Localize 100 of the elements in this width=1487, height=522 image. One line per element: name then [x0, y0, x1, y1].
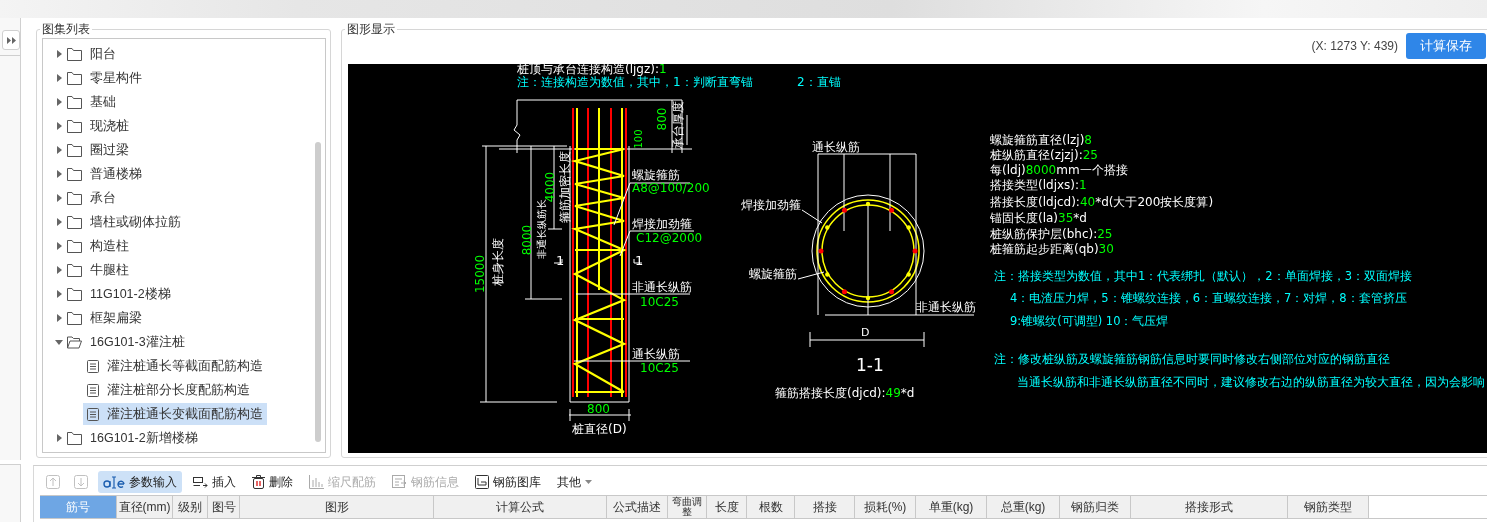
- document-icon: [87, 383, 99, 397]
- parameter-line: 桩纵筋直径(zjzj):25: [990, 148, 1098, 162]
- caret-icon[interactable]: [55, 146, 63, 154]
- note-text: 注：搭接类型为数值，其中1：代表绑扎（默认），2：单面焊接，3：双面焊接: [994, 269, 1412, 283]
- column-header[interactable]: 根数: [747, 496, 795, 518]
- tree-item[interactable]: 构造柱: [63, 235, 133, 257]
- annotation-label: 螺旋箍筋: [749, 267, 797, 281]
- document-icon: [87, 359, 99, 373]
- annotation-label: 螺旋箍筋: [632, 168, 680, 182]
- dimension-value: 10C25: [640, 361, 679, 375]
- annotation-label: 1: [556, 253, 565, 268]
- note-text: 2：直锚: [797, 75, 841, 89]
- trash-icon: [252, 475, 265, 489]
- tree-item[interactable]: 16G101-3灌注桩: [63, 331, 189, 353]
- parameter-line: 箍筋搭接长度(djcd):49*d: [775, 386, 915, 400]
- annotation-label: 通长纵筋: [812, 140, 860, 154]
- save-button[interactable]: 计算保存: [1406, 32, 1486, 59]
- toolbar-button[interactable]: 插入: [188, 471, 241, 493]
- column-header[interactable]: 钢筋类型: [1288, 496, 1369, 518]
- column-header[interactable]: 公式描述: [607, 496, 668, 518]
- double-arrow-icon: [6, 36, 16, 44]
- tree-item[interactable]: 框架扁梁: [63, 307, 146, 329]
- caret-icon[interactable]: [55, 122, 63, 130]
- folder-icon: [67, 143, 82, 157]
- caret-icon[interactable]: [55, 50, 63, 58]
- column-header[interactable]: 搭接: [795, 496, 855, 518]
- column-header[interactable]: 钢筋归类: [1060, 496, 1131, 518]
- folder-icon: [67, 239, 82, 253]
- tree-item[interactable]: 牛腿柱: [63, 259, 133, 281]
- scrollbar[interactable]: [315, 142, 321, 442]
- coordinates-text: (X: 1273 Y: 439): [1311, 38, 1398, 53]
- note-text: 注：连接构造为数值，其中，1：判断直弯锚: [517, 75, 753, 89]
- caret-icon[interactable]: [55, 194, 63, 202]
- parameter-line: 螺旋箍筋直径(lzj)8: [990, 133, 1092, 147]
- tree-item[interactable]: 承台: [63, 187, 120, 209]
- text-cursor-icon: [103, 475, 125, 489]
- caret-icon[interactable]: [55, 242, 63, 250]
- annotation-label: 非通长纵筋: [916, 300, 976, 314]
- dimension-value: 800: [587, 402, 610, 416]
- toolbar-button[interactable]: 钢筋图库: [470, 471, 546, 493]
- column-header[interactable]: 图号: [208, 496, 240, 518]
- caret-icon[interactable]: [55, 290, 63, 298]
- insert-icon: [193, 475, 208, 489]
- up-arrow-icon: [46, 475, 60, 489]
- parameter-line: 桩箍筋起步距离(qb)30: [990, 242, 1114, 256]
- tree-item[interactable]: 普通楼梯: [63, 163, 146, 185]
- tree-item[interactable]: 16G101-2新增楼梯: [63, 427, 202, 449]
- annotation-label: 焊接加劲箍: [632, 217, 692, 231]
- annotation-label: 非通长纵筋: [632, 280, 692, 294]
- caret-icon[interactable]: [55, 98, 63, 106]
- column-header[interactable]: 长度: [707, 496, 747, 518]
- parameter-line: 每(ldj)8000mm一个搭接: [990, 163, 1128, 177]
- tree-item[interactable]: 阳台: [63, 43, 120, 65]
- folder-icon: [67, 167, 82, 181]
- column-header[interactable]: 损耗(%): [855, 496, 916, 518]
- tree-item[interactable]: 零星构件: [63, 67, 146, 89]
- tree-item[interactable]: 现浇桩: [63, 115, 133, 137]
- column-header[interactable]: 直径(mm): [117, 496, 173, 518]
- parameter-line: 桩纵筋保护层(bhc):25: [990, 227, 1113, 241]
- list-icon: [392, 475, 407, 489]
- column-header[interactable]: 弯曲调整: [668, 496, 707, 518]
- column-header[interactable]: 总重(kg): [987, 496, 1060, 518]
- caret-icon[interactable]: [55, 74, 63, 82]
- caret-icon[interactable]: [55, 266, 63, 274]
- tree-item[interactable]: 基础: [63, 91, 120, 113]
- column-header[interactable]: 计算公式: [434, 496, 607, 518]
- tree-item[interactable]: 墙柱或砌体拉筋: [63, 211, 185, 233]
- toolbar-button[interactable]: 删除: [247, 471, 298, 493]
- folder-icon: [67, 215, 82, 229]
- panel-title: 图形显示: [346, 22, 396, 36]
- toolbar-button[interactable]: 参数输入: [98, 471, 182, 493]
- down-arrow-icon: [74, 475, 88, 489]
- annotation-label: 桩直径(D): [572, 422, 627, 436]
- expand-button[interactable]: [2, 30, 20, 50]
- folder-icon: [67, 71, 82, 85]
- column-header[interactable]: 级别: [173, 496, 208, 518]
- column-header[interactable]: 单重(kg): [916, 496, 987, 518]
- tree-item[interactable]: 圈过梁: [63, 139, 133, 161]
- tree-item[interactable]: 灌注桩部分长度配筋构造: [83, 379, 254, 401]
- note-text: 4：电渣压力焊，5：锥螺纹连接，6：直螺纹连接，7：对焊，8：套管挤压: [1010, 291, 1407, 305]
- tree-item[interactable]: 灌注桩通长变截面配筋构造: [83, 403, 267, 425]
- tree-item[interactable]: 灌注桩通长等截面配筋构造: [83, 355, 267, 377]
- note-text: 注：修改桩纵筋及螺旋箍筋钢筋信息时要同时修改右侧部位对应的钢筋直径: [994, 352, 1390, 366]
- annotation-label: 非通长纵筋长: [536, 199, 547, 259]
- caret-icon[interactable]: [55, 434, 63, 442]
- folder-icon: [67, 311, 82, 325]
- caret-icon[interactable]: [55, 170, 63, 178]
- more-menu[interactable]: 其他: [552, 471, 597, 493]
- image-library-icon: [475, 475, 489, 489]
- column-header[interactable]: 图形: [240, 496, 434, 518]
- tree-item[interactable]: 11G101-2楼梯: [63, 283, 175, 305]
- column-header[interactable]: 搭接形式: [1131, 496, 1288, 518]
- caret-icon[interactable]: [55, 314, 63, 322]
- caret-icon[interactable]: [55, 218, 63, 226]
- parameter-line: 锚固长度(la)35*d: [990, 211, 1087, 225]
- annotation-label: 承台厚度: [670, 101, 685, 149]
- dimension-value: 10C25: [640, 295, 679, 309]
- annotation-label: 箍筋加密长度: [557, 151, 572, 223]
- caret-icon: [585, 480, 592, 484]
- caret-icon[interactable]: [55, 338, 63, 346]
